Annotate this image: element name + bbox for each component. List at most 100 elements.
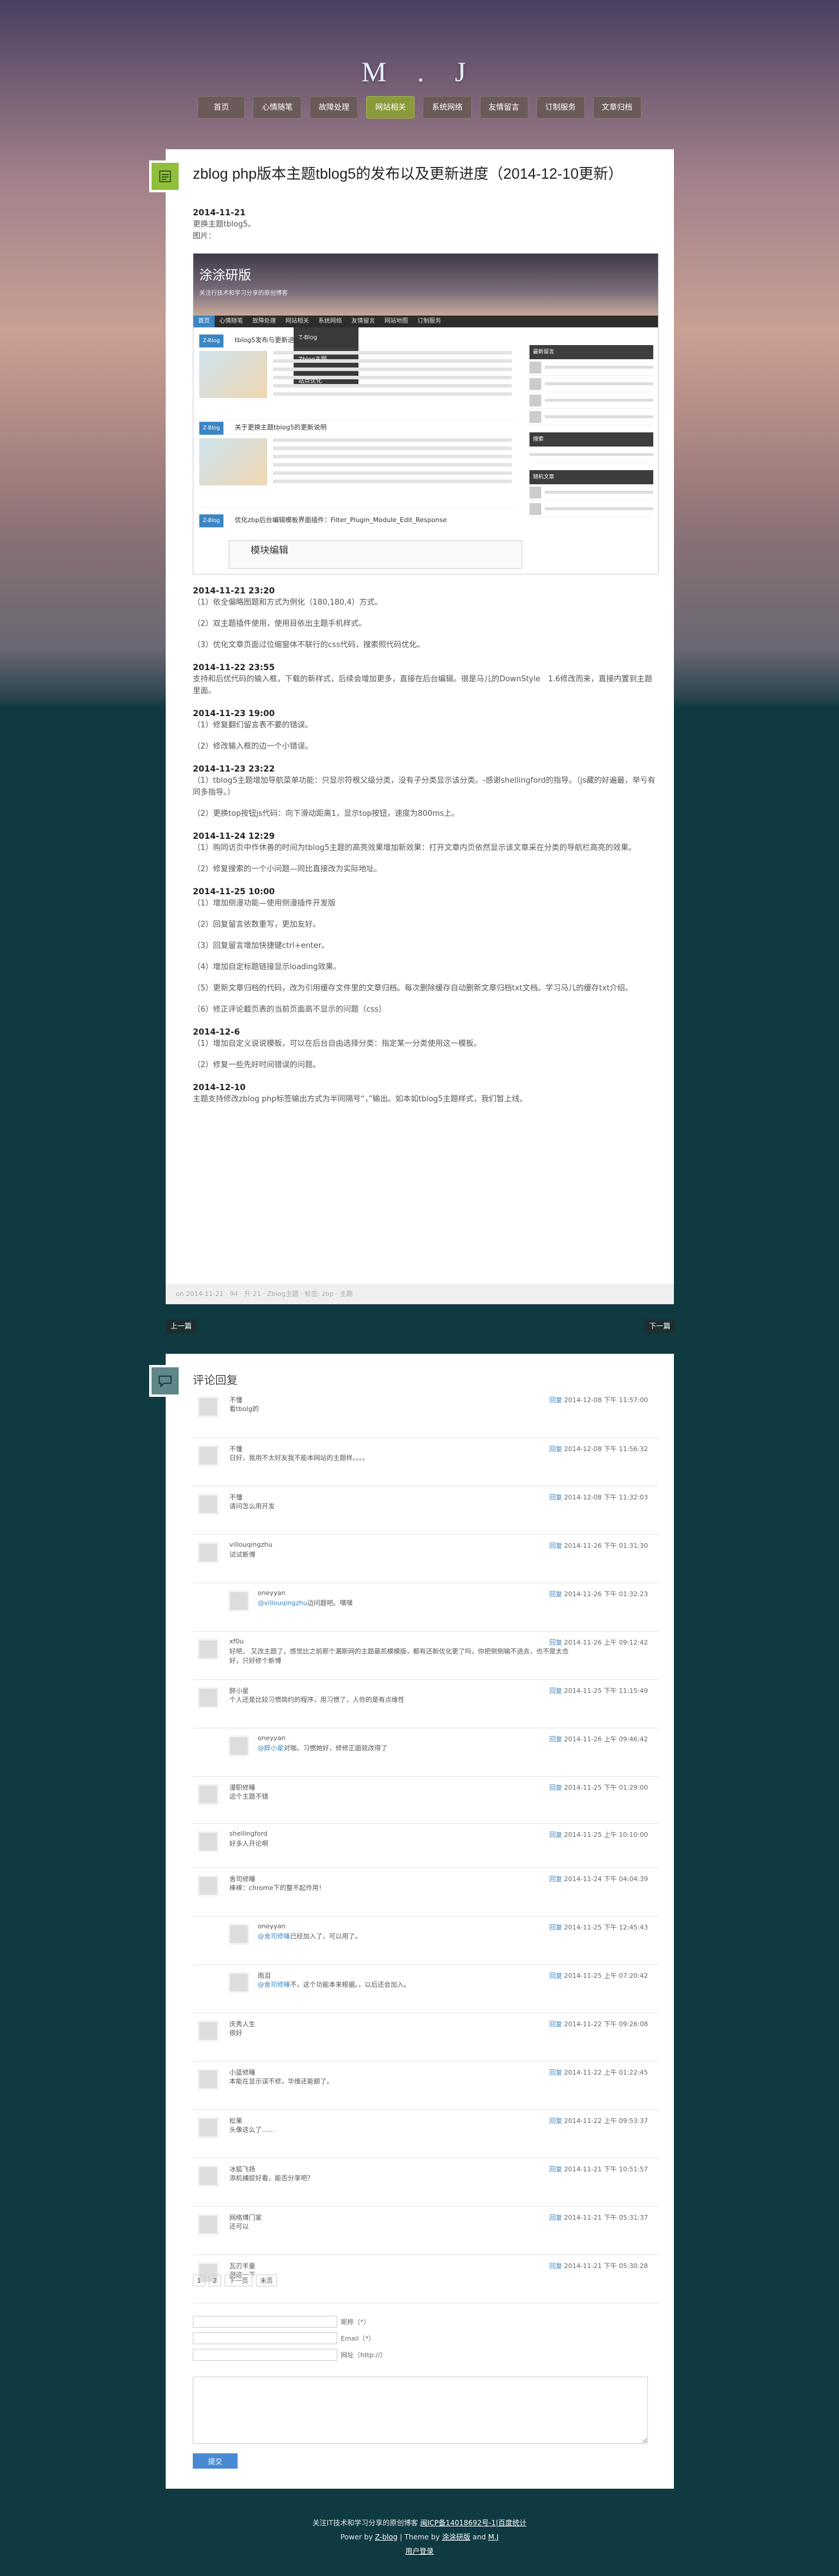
reply-button[interactable]: 回复 (550, 1396, 562, 1404)
entry-line: （1）修复翻们留言表不要的错误。 (193, 721, 313, 730)
comment-meta: 回复 2014-11-22 上午 09:53:37 (550, 2116, 648, 2125)
email-field[interactable] (193, 2332, 337, 2344)
page-link[interactable]: 1 (193, 2275, 205, 2286)
comment-author[interactable]: 不懂 (229, 1395, 242, 1405)
comment-mention[interactable]: @舍司修睡 (258, 1981, 290, 1988)
comment-author[interactable]: 冰狐飞扬 (229, 2164, 255, 2174)
page-link[interactable]: 2 (209, 2275, 221, 2286)
comment-author[interactable]: 雨泪 (258, 1971, 271, 1980)
avatar (198, 1494, 219, 1515)
reply-button[interactable]: 回复 (550, 2117, 562, 2125)
comment-author[interactable]: 漫职修睡 (229, 1783, 255, 1792)
avatar (228, 1972, 249, 1993)
comment-mention[interactable]: @舍司修睡 (258, 1932, 290, 1940)
reply-button[interactable]: 回复 (550, 1924, 562, 1931)
nav-item[interactable]: 文章归档 (593, 96, 641, 119)
site-title[interactable]: M . J (0, 56, 839, 88)
comment-author[interactable]: oneyyan (258, 1922, 285, 1930)
avatar (529, 361, 541, 373)
comment-mention[interactable]: @villouqingzhu (258, 1599, 307, 1607)
reply-button[interactable]: 回复 (550, 1687, 562, 1695)
nav-item[interactable]: 心情随笔 (253, 96, 302, 119)
comment-author[interactable]: xf0u (229, 1638, 244, 1645)
screenshot-subtitle: 关注行技术和学习分享的原创博客 (199, 290, 288, 297)
comment-list: 不懂 看tbolg的 回复 2014-12-08 下午 11:57:00 不懂 日好，我用… (193, 1389, 659, 2303)
comment-author[interactable]: 醉小星 (229, 1686, 249, 1695)
reply-button[interactable]: 回复 (550, 2069, 562, 2076)
comment-time: 2014-11-21 下午 10:51:57 (564, 2165, 648, 2173)
text-line (545, 415, 653, 418)
comment-body: 添机捕捉好看，能否分享吧？ (229, 2174, 314, 2182)
screenshot-thumbnail (199, 438, 267, 485)
login-link[interactable]: 用户登录 (405, 2547, 433, 2555)
theme-link-1[interactable]: 涂涂研版 (442, 2533, 471, 2541)
nav-item[interactable]: 系统网络 (423, 96, 472, 119)
comment-author[interactable]: 不懂 (229, 1492, 242, 1502)
reply-button[interactable]: 回复 (550, 1639, 562, 1646)
screenshot-side-row (529, 376, 653, 392)
screenshot-side-box: 随机文章 (529, 470, 653, 517)
reply-button[interactable]: 回复 (550, 1831, 562, 1839)
nav-item[interactable]: 故障处理 (310, 96, 358, 119)
reply-button[interactable]: 回复 (550, 1875, 562, 1883)
comment-author[interactable]: 庆秀人生 (229, 2019, 255, 2029)
reply-button[interactable]: 回复 (550, 2262, 562, 2270)
reply-button[interactable]: 回复 (550, 1494, 562, 1501)
comment-author[interactable]: 小蓝修睡 (229, 2068, 255, 2077)
comment-author[interactable]: villouqingzhu (229, 1541, 272, 1548)
comment-meta: 回复 2014-12-08 下午 11:56:32 (550, 1444, 648, 1453)
comment-author[interactable]: 松果 (229, 2116, 242, 2125)
comment-item: 庆秀人生 很好 回复 2014-11-22 下午 09:26:08 (193, 2013, 659, 2062)
comment-author[interactable]: 舍司修睡 (229, 1874, 255, 1883)
avatar (529, 411, 541, 423)
entry-line: （2）修复一些先好时间错误的问题。 (193, 1061, 321, 1069)
name-field[interactable] (193, 2316, 337, 2328)
page-link[interactable]: 下一页 (225, 2275, 252, 2286)
screenshot-text-lines (273, 438, 512, 488)
comment-meta: 回复 2014-11-26 下午 01:32:23 (550, 1589, 648, 1599)
reply-button[interactable]: 回复 (550, 1542, 562, 1550)
theme-link-2[interactable]: M.J (488, 2533, 499, 2541)
avatar (198, 1687, 219, 1708)
comment-author[interactable]: 网络博门家 (229, 2213, 262, 2222)
url-field[interactable] (193, 2349, 337, 2361)
nav-item[interactable]: 订制服务 (536, 96, 585, 119)
next-post-button[interactable]: 下一篇 (644, 1319, 676, 1333)
comment-author[interactable]: 瓦刃羊童 (229, 2261, 255, 2270)
comment-author[interactable]: oneyyan (258, 1589, 285, 1597)
reply-button[interactable]: 回复 (550, 1735, 562, 1743)
reply-button[interactable]: 回复 (550, 2165, 562, 2173)
icp-link[interactable]: 闽ICP备14018692号-1|百度统计 (420, 2519, 527, 2527)
avatar (198, 1639, 219, 1660)
screenshot-bottom-tag: Z-Blog (199, 514, 223, 527)
avatar (198, 1542, 219, 1563)
comment-meta: 回复 2014-11-25 上午 10:10:00 (550, 1830, 648, 1839)
nav-item[interactable]: 首页 (198, 96, 245, 119)
comment-author[interactable]: oneyyan (258, 1734, 285, 1742)
reply-button[interactable]: 回复 (550, 1590, 562, 1598)
comment-textarea[interactable] (193, 2377, 648, 2444)
comment-mention[interactable]: @醉小星 (258, 1744, 284, 1752)
screenshot-post: Z-Blog tblog5发布与更新进度 (199, 333, 518, 421)
comment-time: 2014-11-26 下午 01:32:23 (564, 1590, 648, 1598)
comment-author[interactable]: 不懂 (229, 1444, 242, 1453)
zblog-link[interactable]: Z-blog (375, 2533, 397, 2541)
prev-post-button[interactable]: 上一篇 (166, 1319, 197, 1333)
screenshot-side-row (529, 447, 653, 463)
text-line (545, 491, 653, 494)
reply-button[interactable]: 回复 (550, 1445, 562, 1453)
page-link[interactable]: 末页 (256, 2275, 277, 2286)
entry-line: （2）更换top按钮js代码：向下滑动距离1，显示top按钮，速度为800ms上… (193, 809, 459, 818)
reply-button[interactable]: 回复 (550, 1972, 562, 1980)
comment-author[interactable]: shellingford (229, 1830, 268, 1837)
screenshot-bottom-item: Z-Blog 优化zbp后台编辑模板界面插件：Filter_Plugin_Mod… (199, 513, 518, 527)
reply-button[interactable]: 回复 (550, 2020, 562, 2028)
submit-button[interactable]: 提交 (193, 2453, 238, 2469)
nav-item[interactable]: 网站相关 (366, 96, 415, 119)
screenshot-bottom-title: 优化zbp后台编辑模板界面插件：Filter_Plugin_Module_Edi… (235, 516, 447, 524)
nav-item[interactable]: 友情留言 (479, 96, 528, 119)
reply-button[interactable]: 回复 (550, 1784, 562, 1791)
reply-button[interactable]: 回复 (550, 2214, 562, 2221)
